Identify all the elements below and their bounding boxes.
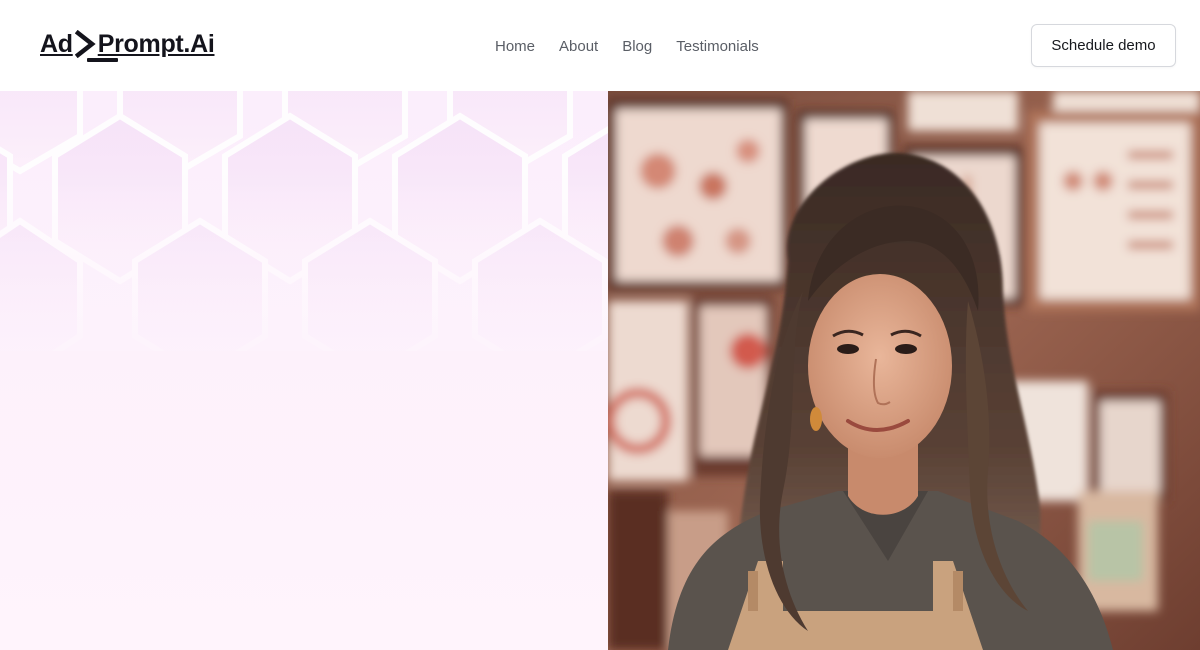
chevron-right-icon xyxy=(74,28,97,62)
nav-link-blog[interactable]: Blog xyxy=(622,37,652,57)
main-nav: Home About Blog Testimonials xyxy=(495,37,759,57)
hexagon-fade-overlay xyxy=(0,91,608,351)
nav-link-about[interactable]: About xyxy=(559,37,598,57)
site-header: Ad Prompt.Ai Home About Blog Testimonial… xyxy=(0,0,1200,91)
nav-link-testimonials[interactable]: Testimonials xyxy=(676,37,759,57)
hero-left-panel xyxy=(0,91,608,650)
brand-name-part1: Ad xyxy=(40,30,73,58)
portrait-photo-illustration xyxy=(608,91,1200,650)
nav-link-home[interactable]: Home xyxy=(495,37,535,57)
brand-name-part2: Prompt.Ai xyxy=(97,30,215,58)
schedule-demo-button[interactable]: Schedule demo xyxy=(1031,24,1176,67)
logo-underline-mark xyxy=(87,58,118,62)
brand-logo[interactable]: Ad Prompt.Ai xyxy=(40,28,215,64)
hero-portrait-photo xyxy=(608,91,1200,650)
